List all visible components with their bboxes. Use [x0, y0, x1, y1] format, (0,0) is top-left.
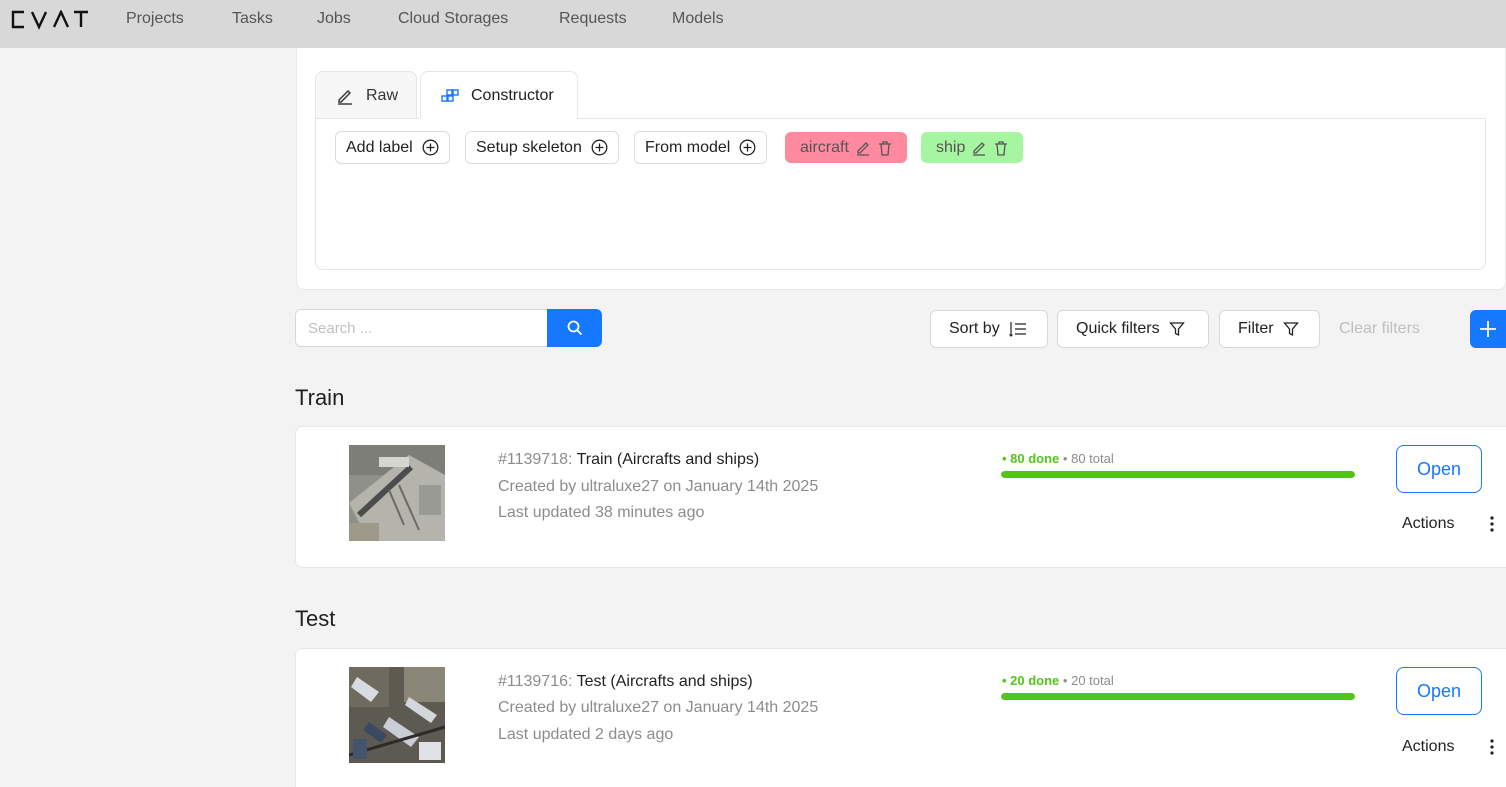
task-created: Created by ultraluxe27 on January 14th 2… — [498, 699, 819, 716]
more-vertical-icon — [1490, 739, 1495, 755]
cvat-logo[interactable] — [10, 10, 90, 30]
task-card-train: #1139718: Train (Aircrafts and ships) Cr… — [295, 426, 1506, 568]
plus-circle-icon — [591, 139, 608, 156]
progress-done: • 80 done — [1002, 451, 1060, 466]
task-name[interactable]: Train (Aircrafts and ships) — [577, 451, 760, 468]
tab-constructor-label: Constructor — [471, 86, 554, 104]
filter-funnel-icon — [1168, 322, 1185, 337]
task-title: #1139718: Train (Aircrafts and ships) — [498, 451, 759, 469]
sort-by-button[interactable]: Sort by — [930, 310, 1048, 348]
nav-tasks[interactable]: Tasks — [232, 10, 273, 28]
progress-summary: • 80 done • 80 total — [1002, 451, 1114, 466]
task-id: #1139716: — [498, 673, 573, 690]
search-button[interactable] — [547, 309, 602, 347]
task-updated: Last updated 38 minutes ago — [498, 504, 705, 521]
delete-trash-icon[interactable] — [877, 140, 893, 156]
edit-pencil-icon[interactable] — [971, 140, 987, 156]
open-task-button[interactable]: Open — [1396, 667, 1482, 715]
task-created: Created by ultraluxe27 on January 14th 2… — [498, 478, 819, 495]
open-task-button[interactable]: Open — [1396, 445, 1482, 493]
progress-summary: • 20 done • 20 total — [1002, 673, 1114, 688]
label-name: ship — [936, 138, 966, 156]
nav-requests[interactable]: Requests — [559, 10, 627, 28]
sort-list-icon — [1008, 322, 1026, 337]
actions-label: Actions — [1402, 515, 1455, 532]
constructor-blocks-icon — [441, 88, 459, 102]
plus-circle-icon — [739, 139, 756, 156]
add-label-button[interactable]: Add label — [335, 131, 450, 164]
task-thumbnail[interactable] — [349, 667, 445, 763]
subset-title-train: Train — [295, 385, 345, 410]
progress-fill — [1001, 471, 1355, 478]
progress-bar — [1001, 693, 1355, 700]
nav-models[interactable]: Models — [672, 10, 724, 28]
filter-button[interactable]: Filter — [1219, 310, 1320, 348]
edit-pencil-icon[interactable] — [855, 140, 871, 156]
actions-menu[interactable]: Actions — [1402, 515, 1495, 533]
tab-constructor[interactable]: Constructor — [420, 71, 578, 119]
actions-menu[interactable]: Actions — [1402, 738, 1495, 756]
subset-title-test: Test — [295, 606, 336, 631]
plus-circle-icon — [422, 139, 439, 156]
nav-cloud-storages[interactable]: Cloud Storages — [398, 10, 508, 28]
progress-total: • 20 total — [1062, 673, 1114, 688]
tab-raw-label: Raw — [366, 86, 399, 104]
filter-funnel-icon — [1282, 322, 1299, 337]
setup-skeleton-button[interactable]: Setup skeleton — [465, 131, 619, 164]
nav-jobs[interactable]: Jobs — [317, 10, 351, 28]
progress-fill — [1001, 693, 1355, 700]
task-card-test: #1139716: Test (Aircrafts and ships) Cre… — [295, 648, 1506, 787]
create-task-button[interactable] — [1470, 310, 1506, 348]
from-model-button[interactable]: From model — [634, 131, 768, 164]
filter-label: Filter — [1238, 320, 1274, 337]
more-vertical-icon — [1490, 516, 1495, 532]
task-updated: Last updated 2 days ago — [498, 726, 674, 743]
setup-skeleton-text: Setup skeleton — [476, 138, 582, 156]
task-name[interactable]: Test (Aircrafts and ships) — [577, 673, 753, 690]
progress-total: • 80 total — [1062, 451, 1114, 466]
add-label-text: Add label — [346, 138, 413, 156]
progress-bar — [1001, 471, 1355, 478]
task-id: #1139718: — [498, 451, 573, 468]
pencil-icon — [338, 89, 352, 105]
quick-filters-label: Quick filters — [1076, 320, 1160, 337]
search-icon — [567, 320, 582, 336]
sort-by-label: Sort by — [949, 320, 1000, 337]
clear-filters-button[interactable]: Clear filters — [1339, 320, 1420, 338]
from-model-text: From model — [645, 138, 731, 156]
nav-projects[interactable]: Projects — [126, 10, 184, 28]
search-input[interactable] — [295, 309, 548, 347]
task-title: #1139716: Test (Aircrafts and ships) — [498, 673, 753, 691]
delete-trash-icon[interactable] — [993, 140, 1009, 156]
actions-label: Actions — [1402, 738, 1455, 755]
top-navigation-bar: Projects Tasks Jobs Cloud Storages Reque… — [0, 0, 1506, 48]
label-tag-ship[interactable]: ship — [921, 132, 1023, 163]
quick-filters-button[interactable]: Quick filters — [1057, 310, 1209, 348]
plus-icon — [1480, 321, 1496, 337]
label-name: aircraft — [800, 138, 849, 156]
label-tag-aircraft[interactable]: aircraft — [785, 132, 907, 163]
tab-raw[interactable]: Raw — [315, 71, 417, 119]
progress-done: • 20 done — [1002, 673, 1060, 688]
task-thumbnail[interactable] — [349, 445, 445, 541]
